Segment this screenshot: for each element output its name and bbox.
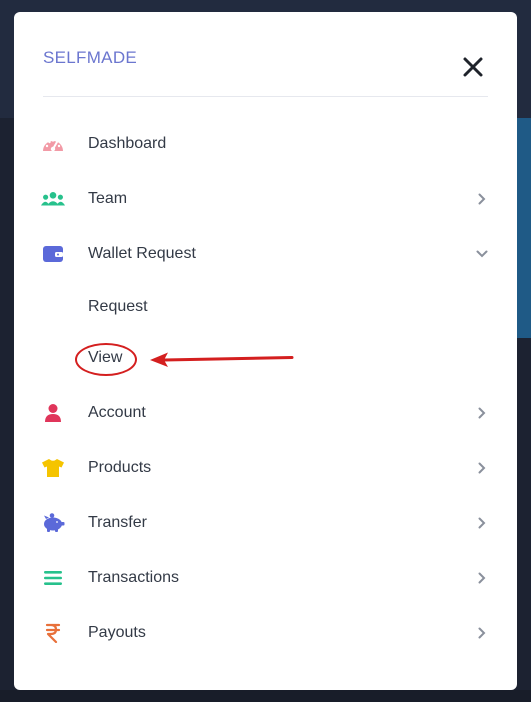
team-users-icon bbox=[41, 188, 65, 210]
menu-item-label: Transactions bbox=[88, 569, 179, 586]
menu-item-label: Dashboard bbox=[88, 135, 167, 152]
annotation-arrow-icon bbox=[150, 352, 294, 367]
chevron-right-icon bbox=[476, 406, 488, 420]
menu-item-team[interactable]: Team bbox=[14, 179, 517, 219]
menu-item-label: Transfer bbox=[88, 514, 147, 531]
annotation-circle bbox=[75, 343, 137, 376]
menu-item-transfer[interactable]: Transfer bbox=[14, 503, 517, 543]
menu-item-products[interactable]: Products bbox=[14, 448, 517, 488]
wallet-icon bbox=[41, 243, 65, 265]
tshirt-icon bbox=[41, 457, 65, 479]
menu-item-transactions[interactable]: Transactions bbox=[14, 558, 517, 598]
background-footer bbox=[0, 690, 531, 702]
chevron-right-icon bbox=[476, 626, 488, 640]
menu-item-label: Account bbox=[88, 404, 146, 421]
close-button[interactable] bbox=[460, 54, 486, 80]
chevron-right-icon bbox=[476, 516, 488, 530]
rupee-icon bbox=[41, 622, 65, 644]
piggy-bank-icon bbox=[41, 512, 65, 534]
user-icon bbox=[41, 402, 65, 424]
menu-item-label: Products bbox=[88, 459, 152, 476]
menu-item-label: Payouts bbox=[88, 624, 146, 641]
sidebar-menu-panel: SELFMADE Dashboard Team Wallet Request R… bbox=[14, 12, 517, 690]
menu-item-payouts[interactable]: Payouts bbox=[14, 613, 517, 653]
brand-logo-text[interactable]: SELFMADE bbox=[43, 48, 137, 68]
menu-item-label: Team bbox=[88, 190, 128, 207]
chevron-right-icon bbox=[476, 192, 488, 206]
menu-item-label: Wallet Request bbox=[88, 245, 196, 262]
menu-item-dashboard[interactable]: Dashboard bbox=[14, 124, 517, 164]
chevron-right-icon bbox=[476, 571, 488, 585]
chevron-down-icon bbox=[476, 247, 488, 261]
background-accent bbox=[517, 118, 531, 338]
list-icon bbox=[41, 567, 65, 589]
chevron-right-icon bbox=[476, 461, 488, 475]
submenu-item-request[interactable]: Request bbox=[14, 287, 517, 327]
menu-item-wallet-request[interactable]: Wallet Request bbox=[14, 234, 517, 274]
dashboard-gauge-icon bbox=[41, 133, 65, 155]
close-icon bbox=[463, 57, 483, 77]
submenu-item-label: Request bbox=[88, 298, 148, 315]
divider bbox=[43, 96, 488, 97]
menu-item-account[interactable]: Account bbox=[14, 393, 517, 433]
